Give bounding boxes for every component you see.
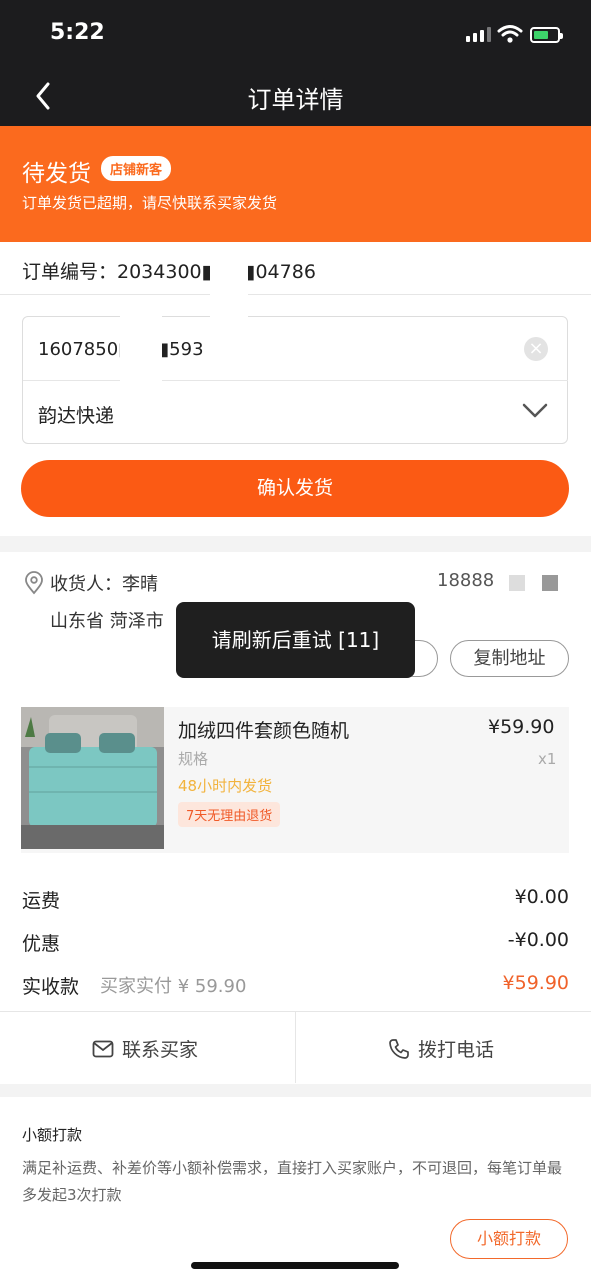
- discount-value: -¥0.00: [507, 929, 569, 951]
- redaction-mask: [509, 575, 525, 591]
- home-indicator: [191, 1262, 399, 1269]
- chevron-down-icon[interactable]: [522, 402, 548, 420]
- shipping-fee-label: 运费: [22, 890, 61, 912]
- call-button[interactable]: 拨打电话: [388, 1035, 494, 1062]
- receiver-name: 收货人：李晴: [50, 574, 158, 595]
- receiver-phone: 18888: [437, 570, 495, 591]
- contact-buyer-label: 联系买家: [122, 1039, 199, 1061]
- order-number: 订单编号：2034300■■■04786: [22, 261, 316, 283]
- shipping-time-note: 48小时内发货: [178, 777, 273, 795]
- redaction-mask: [120, 296, 162, 384]
- mail-icon: [92, 1040, 114, 1057]
- product-name: 加绒四件套颜色随机: [178, 720, 350, 742]
- redaction-mask: [210, 242, 248, 326]
- product-image: [21, 707, 164, 849]
- received-value: ¥59.90: [502, 972, 569, 994]
- divider: [295, 1012, 296, 1083]
- discount-label: 优惠: [22, 933, 61, 955]
- signal-icon: [466, 27, 491, 42]
- divider: [23, 380, 568, 381]
- shipping-fee-value: ¥0.00: [514, 886, 569, 908]
- product-price: ¥59.90: [488, 716, 555, 738]
- page-title: 订单详情: [247, 86, 344, 114]
- small-payment-description: 满足补运费、补差价等小额补偿需求，直接打入买家账户，不可退回，每笔订单最多发起3…: [22, 1159, 563, 1204]
- phone-icon: [389, 1038, 409, 1059]
- status-time: 5:22: [50, 20, 105, 45]
- new-customer-badge: 店铺新客: [101, 156, 172, 181]
- return-policy-tag: 7天无理由退货: [178, 802, 281, 827]
- divider: [0, 294, 591, 295]
- contact-buyer-button[interactable]: 联系买家: [92, 1035, 198, 1062]
- confirm-shipment-button[interactable]: 确认发货: [21, 460, 569, 517]
- redaction-mask: [542, 575, 558, 591]
- copy-address-button[interactable]: 复制地址: [450, 640, 569, 677]
- order-status-subtitle: 订单发货已超期，请尽快联系买家发货: [22, 194, 278, 212]
- order-status-title: 待发货: [22, 161, 91, 187]
- product-spec: 规格: [178, 750, 209, 768]
- call-label: 拨打电话: [418, 1039, 495, 1061]
- receiver-address: 山东省 菏泽市: [50, 611, 164, 632]
- product-quantity: x1: [538, 750, 557, 768]
- buyer-paid-note: 买家实付 ¥ 59.90: [100, 976, 247, 997]
- wifi-icon: [497, 25, 523, 43]
- toast-message: 请刷新后重试 [11]: [176, 602, 415, 678]
- location-icon: [25, 571, 43, 595]
- battery-icon: [530, 27, 563, 43]
- courier-select[interactable]: 韵达快递: [38, 401, 114, 428]
- small-payment-title: 小额打款: [22, 1126, 83, 1144]
- clear-icon[interactable]: ×: [524, 337, 548, 361]
- received-label: 实收款: [22, 976, 80, 998]
- small-payment-button[interactable]: 小额打款: [450, 1219, 568, 1259]
